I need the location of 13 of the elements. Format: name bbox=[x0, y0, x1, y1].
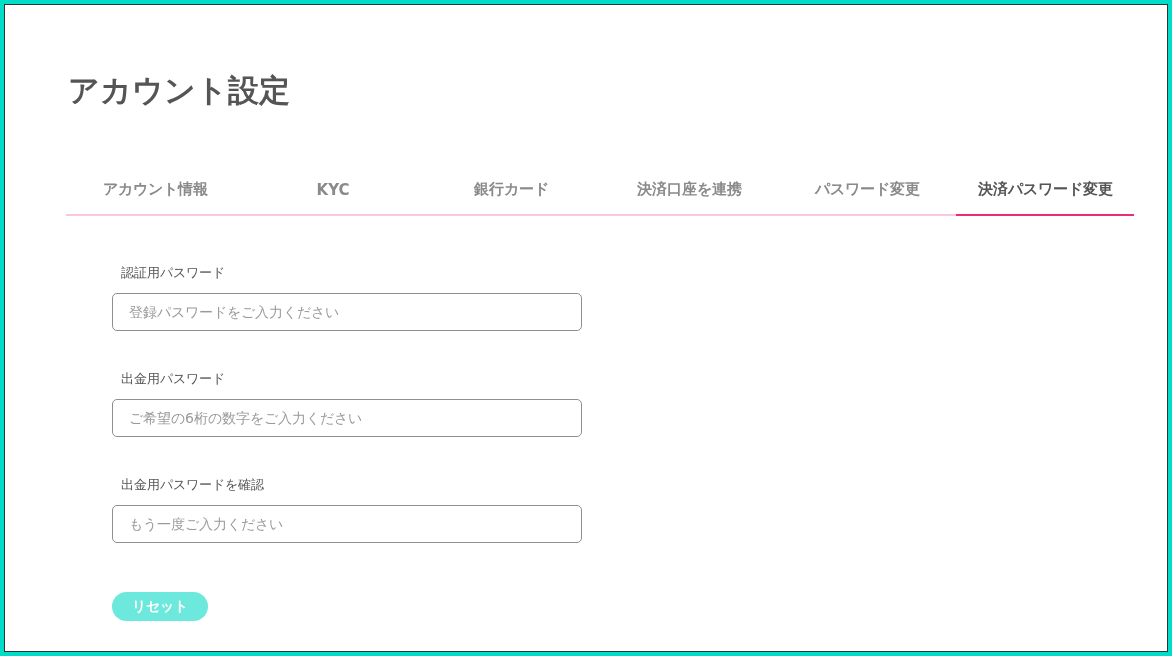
tab[interactable]: 決済パスワード変更 bbox=[956, 180, 1134, 216]
tab[interactable]: 銀行カード bbox=[422, 180, 600, 216]
tab[interactable]: 決済口座を連携 bbox=[600, 180, 778, 216]
field-label: 認証用パスワード bbox=[121, 264, 226, 282]
field-label: 出金用パスワードを確認 bbox=[121, 476, 265, 494]
input-field[interactable]: もう一度ご入力ください bbox=[112, 505, 582, 543]
tab[interactable]: KYC bbox=[244, 180, 422, 216]
input-field[interactable]: ご希望の6桁の数字をご入力ください bbox=[112, 399, 582, 437]
page-title: アカウント設定 bbox=[67, 71, 291, 110]
tab[interactable]: アカウント情報 bbox=[66, 180, 244, 216]
field-label: 出金用パスワード bbox=[121, 370, 226, 388]
tab[interactable]: パスワード変更 bbox=[778, 180, 956, 216]
input-field[interactable]: 登録パスワードをご入力ください bbox=[112, 293, 582, 331]
